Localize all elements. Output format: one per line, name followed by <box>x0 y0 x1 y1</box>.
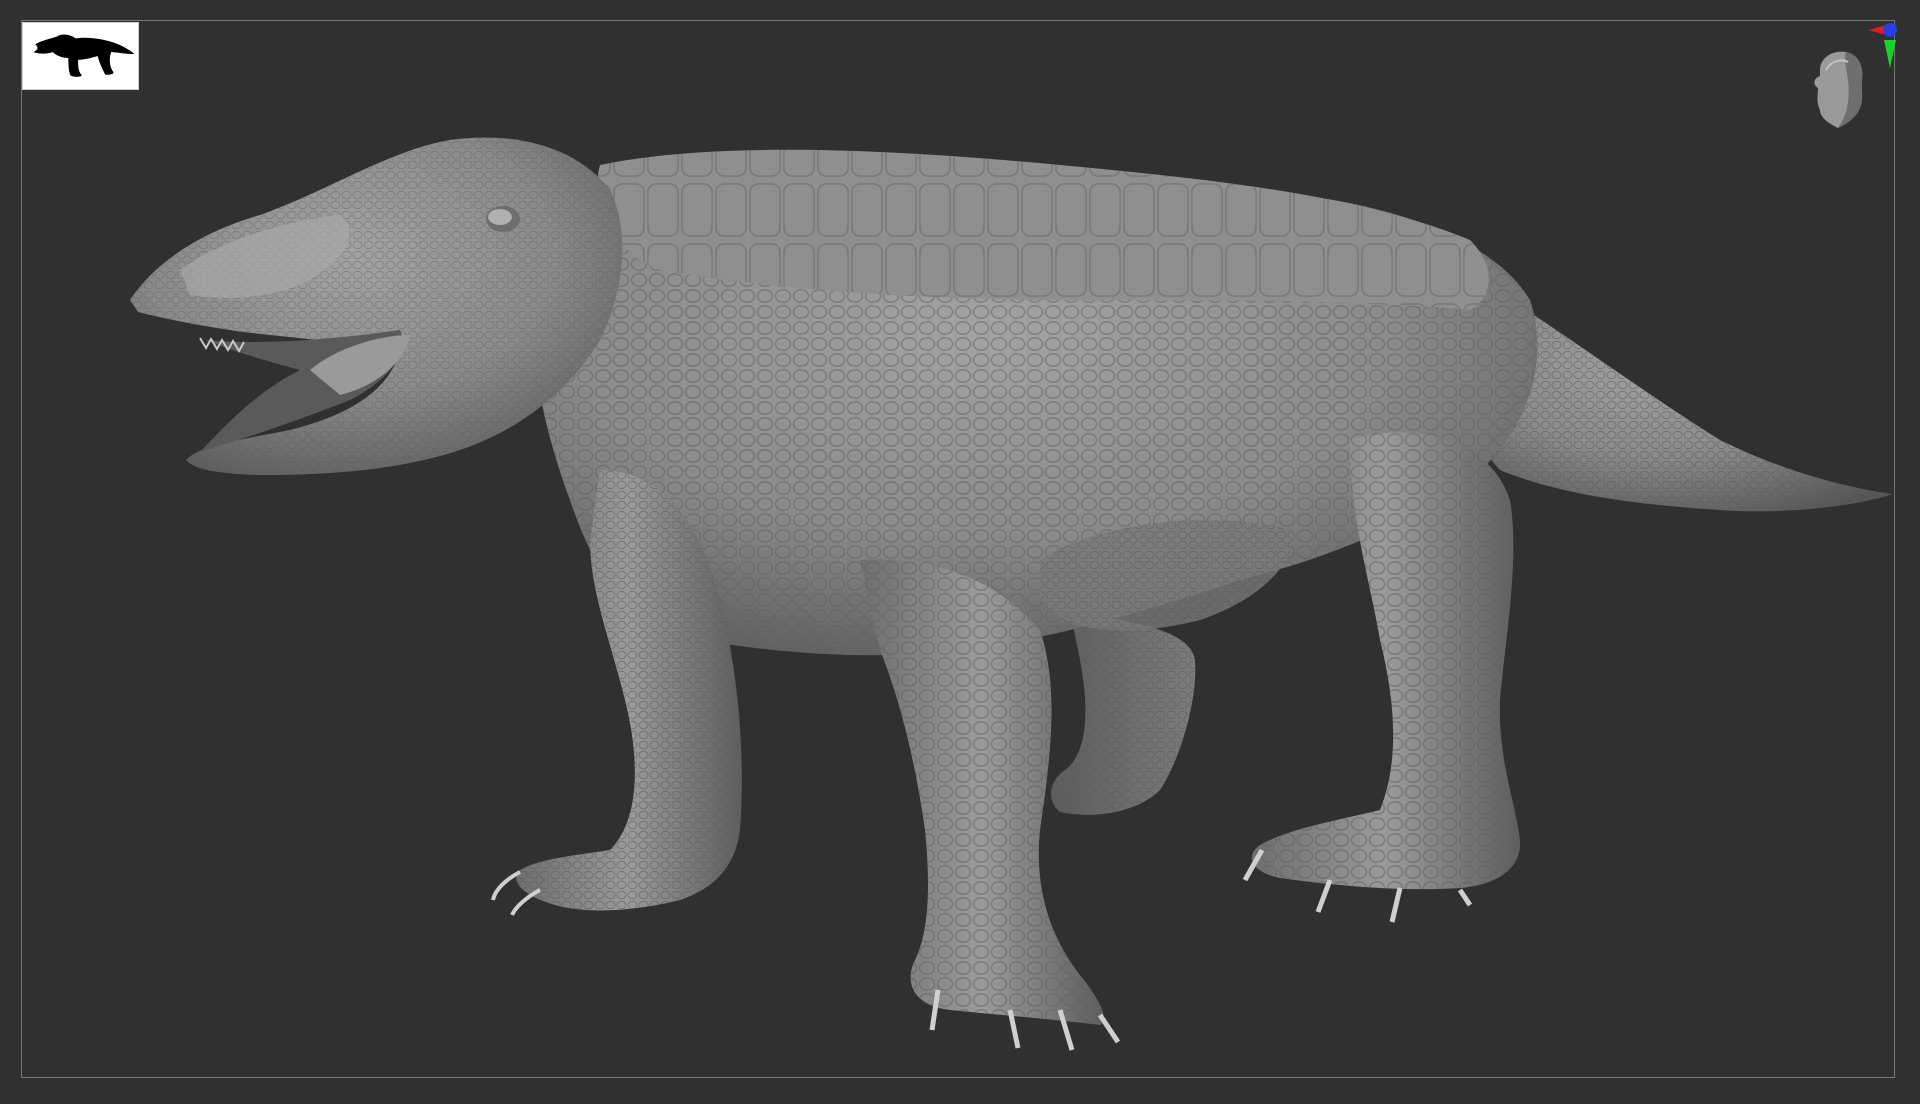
navigation-gizmo[interactable] <box>1790 18 1900 143</box>
creature-silhouette-icon <box>33 34 135 77</box>
axis-indicator <box>1868 23 1897 68</box>
creature-sculpt[interactable] <box>0 0 1920 1104</box>
head-orientation-icon <box>1814 51 1863 128</box>
far-front-leg <box>1050 610 1196 815</box>
model-thumbnail[interactable] <box>22 22 139 90</box>
z-axis-dot <box>1883 23 1897 37</box>
y-axis-arrow <box>1884 40 1896 68</box>
